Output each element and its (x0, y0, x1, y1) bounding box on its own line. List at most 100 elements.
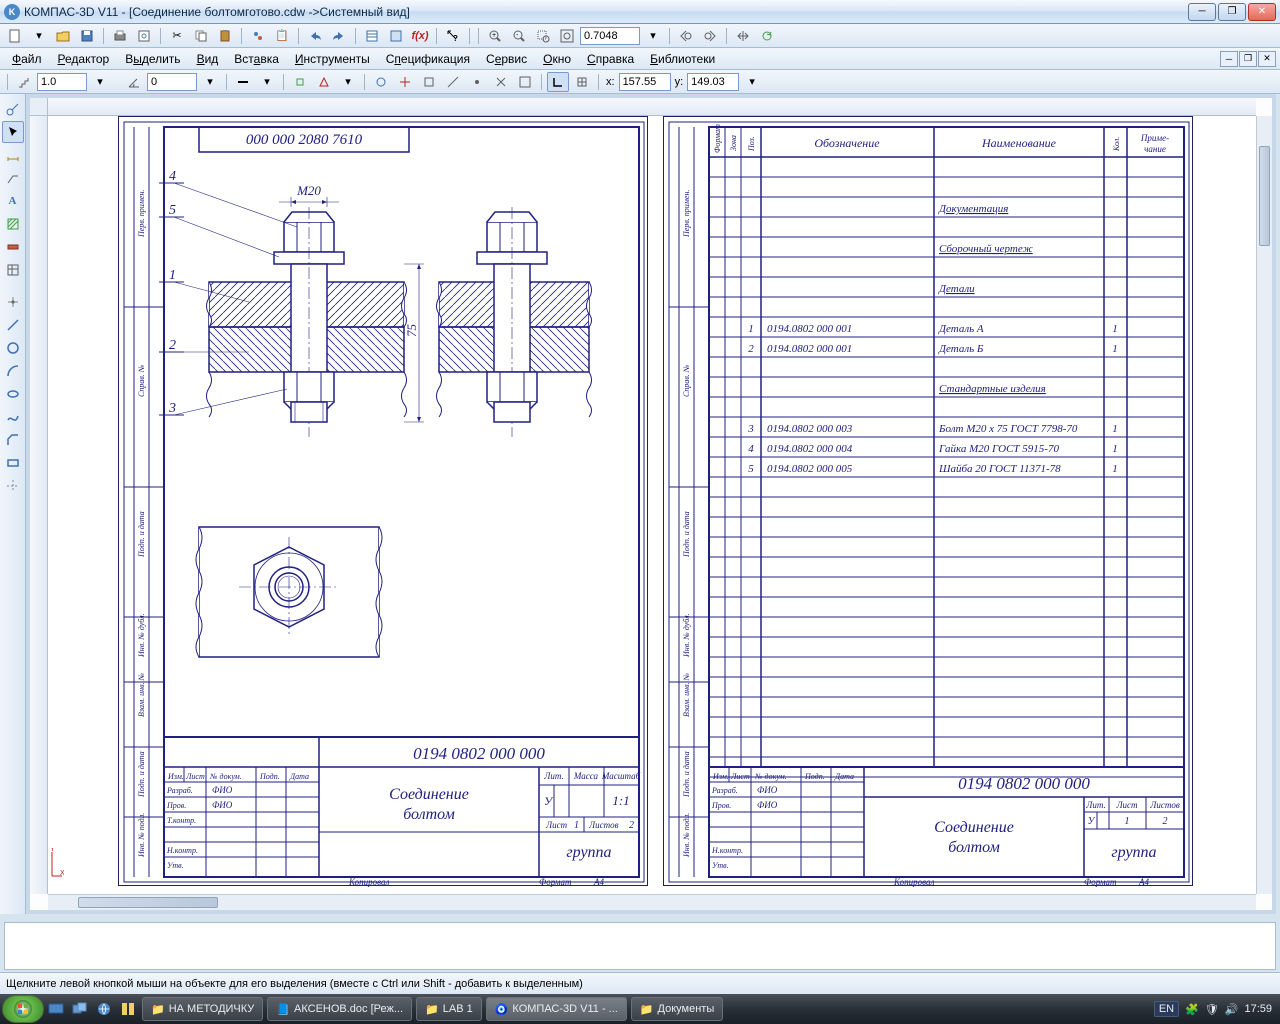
style-dropdown[interactable]: ▾ (256, 72, 278, 92)
close-button[interactable]: ✕ (1248, 3, 1276, 21)
tool-leader[interactable] (2, 167, 24, 189)
zoom-next-button[interactable] (699, 26, 721, 46)
open-button[interactable] (52, 26, 74, 46)
tool-select[interactable] (2, 121, 24, 143)
ruler-horizontal[interactable] (48, 98, 1256, 116)
tool-rect[interactable] (2, 452, 24, 474)
taskbar-item[interactable]: 📁LAB 1 (416, 997, 482, 1021)
system-tray[interactable]: EN 🧩 🛡 🔊 17:59 (1148, 1001, 1278, 1017)
taskbar-item[interactable]: 📁Документы (631, 997, 723, 1021)
zoom-window-button[interactable] (532, 26, 554, 46)
snap-end-button[interactable] (289, 72, 311, 92)
menu-insert[interactable]: Вставка (226, 50, 287, 68)
spec2-button[interactable] (385, 26, 407, 46)
preview-button[interactable] (133, 26, 155, 46)
angle-icon[interactable] (123, 72, 145, 92)
tool-edit[interactable] (2, 236, 24, 258)
fx-button[interactable]: f(x) (409, 26, 431, 46)
snap-b[interactable] (394, 72, 416, 92)
menu-service[interactable]: Сервис (478, 50, 535, 68)
menu-view[interactable]: Вид (189, 50, 227, 68)
scrollbar-vertical[interactable] (1256, 116, 1272, 894)
snap-g[interactable] (514, 72, 536, 92)
help-button[interactable]: ? (442, 26, 464, 46)
tool-assist[interactable] (2, 475, 24, 497)
start-button[interactable] (2, 995, 44, 1023)
ql-desktop[interactable] (44, 997, 68, 1021)
copy-button[interactable] (190, 26, 212, 46)
angle-dropdown[interactable]: ▾ (199, 72, 221, 92)
mdi-close[interactable]: ✕ (1258, 51, 1276, 67)
ql-ie[interactable] (92, 997, 116, 1021)
zoom-input[interactable] (580, 27, 640, 45)
tool-line[interactable] (2, 314, 24, 336)
tool-a[interactable] (247, 26, 269, 46)
undo-button[interactable] (304, 26, 326, 46)
redo-button[interactable] (328, 26, 350, 46)
tray-icon[interactable]: 🛡 (1205, 1003, 1219, 1016)
snap-a[interactable] (370, 72, 392, 92)
tool-ellipse[interactable] (2, 383, 24, 405)
taskbar-item[interactable]: 🧿КОМПАС-3D V11 - ... (486, 997, 627, 1021)
tool-dim[interactable] (2, 144, 24, 166)
mdi-restore[interactable]: ❐ (1239, 51, 1257, 67)
zoom-fit-button[interactable] (556, 26, 578, 46)
zoom-dropdown[interactable]: ▾ (642, 26, 664, 46)
new-dropdown[interactable]: ▾ (28, 26, 50, 46)
mdi-minimize[interactable]: ─ (1220, 51, 1238, 67)
tool-spline[interactable] (2, 406, 24, 428)
drawing-sheet-assembly[interactable]: 000 000 2080 7610 Перв. примен. Справ. №… (118, 116, 648, 886)
coord-x-input[interactable] (619, 73, 671, 91)
drawing-sheet-spec[interactable]: Перв. примен. Справ. № Подп. и дата Инв.… (663, 116, 1193, 886)
zoom-prev-button[interactable] (675, 26, 697, 46)
scrollbar-horizontal[interactable] (48, 894, 1256, 910)
coord-dropdown[interactable]: ▾ (741, 72, 763, 92)
tray-icon[interactable]: 🔊 (1225, 1003, 1239, 1016)
snap-c[interactable] (418, 72, 440, 92)
tool-arc[interactable] (2, 360, 24, 382)
paste-button[interactable] (214, 26, 236, 46)
snap-mid-button[interactable] (313, 72, 335, 92)
ql-tc[interactable] (116, 997, 140, 1021)
canvas-area[interactable]: Y X (30, 98, 1272, 910)
snap-e[interactable] (466, 72, 488, 92)
menu-help[interactable]: Справка (579, 50, 642, 68)
snap-f[interactable] (490, 72, 512, 92)
tool-geom[interactable] (2, 98, 24, 120)
ruler-vertical[interactable] (30, 116, 48, 894)
menu-lib[interactable]: Библиотеки (642, 50, 723, 68)
ortho-button[interactable] (547, 72, 569, 92)
menu-spec[interactable]: Спецификация (378, 50, 478, 68)
tool-chamfer[interactable] (2, 429, 24, 451)
tool-b[interactable]: 📋 (271, 26, 293, 46)
snap-dropdown[interactable]: ▾ (337, 72, 359, 92)
angle-input[interactable] (147, 73, 197, 91)
cut-button[interactable]: ✂ (166, 26, 188, 46)
paper-area[interactable]: Y X (48, 116, 1256, 894)
menu-select[interactable]: Выделить (117, 50, 188, 68)
tray-icon[interactable]: 🧩 (1185, 1003, 1199, 1016)
menu-window[interactable]: Окно (535, 50, 579, 68)
step-input[interactable] (37, 73, 87, 91)
taskbar-item[interactable]: 📁НА МЕТОДИЧКУ (142, 997, 263, 1021)
spec-button[interactable] (361, 26, 383, 46)
step-dropdown[interactable]: ▾ (89, 72, 111, 92)
menu-file[interactable]: Файл (4, 50, 50, 68)
zoom-in-button[interactable]: + (484, 26, 506, 46)
style-button[interactable] (232, 72, 254, 92)
minimize-button[interactable]: ─ (1188, 3, 1216, 21)
step-icon[interactable] (13, 72, 35, 92)
tool-text[interactable]: A (2, 190, 24, 212)
tray-clock[interactable]: 17:59 (1244, 1003, 1272, 1015)
tool-table[interactable] (2, 259, 24, 281)
snap-d[interactable] (442, 72, 464, 92)
save-button[interactable] (76, 26, 98, 46)
menu-edit[interactable]: Редактор (50, 50, 118, 68)
menu-tools[interactable]: Инструменты (287, 50, 378, 68)
lang-indicator[interactable]: EN (1154, 1001, 1179, 1017)
refresh-button[interactable] (756, 26, 778, 46)
tool-circle[interactable] (2, 337, 24, 359)
zoom-out-button[interactable]: - (508, 26, 530, 46)
taskbar-item[interactable]: 📘АКСЕНОВ.doc [Реж... (267, 997, 412, 1021)
tool-point[interactable] (2, 291, 24, 313)
